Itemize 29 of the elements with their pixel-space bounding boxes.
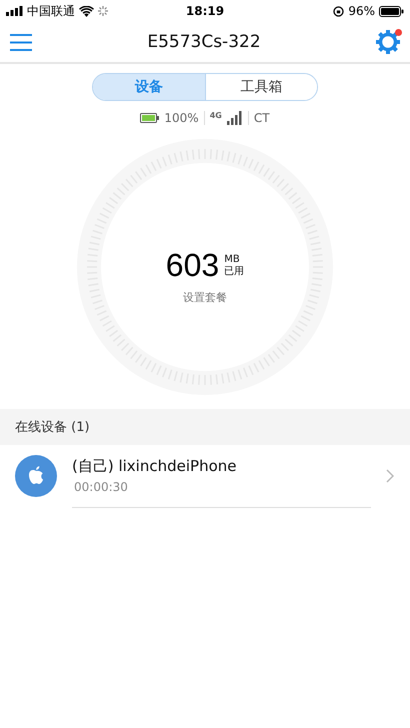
tab[interactable]: 工具箱	[205, 74, 317, 100]
apple-icon	[15, 455, 57, 497]
data-unit: MB	[224, 254, 241, 266]
clock-time: 18:19	[186, 4, 224, 18]
signal-icon	[6, 6, 23, 16]
device-row[interactable]: (自己) lixinchdeiPhone 00:00:30	[0, 445, 410, 507]
set-plan-link[interactable]: 设置套餐	[183, 290, 227, 305]
device-name: (自己) lixinchdeiPhone	[72, 457, 238, 476]
settings-button[interactable]	[374, 28, 402, 56]
operator-name: CT	[254, 111, 270, 125]
chevron-right-icon	[386, 469, 394, 483]
battery-percent: 96%	[348, 4, 375, 18]
menu-button[interactable]	[8, 32, 34, 52]
settings-icon	[376, 30, 400, 54]
carrier-name: 中国联通	[27, 2, 75, 20]
rotation-lock-icon	[333, 6, 344, 16]
battery-full-icon	[140, 113, 160, 123]
battery-level: 100%	[164, 111, 199, 125]
data-used-amount: 603	[166, 247, 220, 284]
menu-icon	[10, 34, 32, 50]
signal-bars-icon	[226, 111, 243, 125]
network-type: 4G	[210, 111, 222, 120]
wifi-icon	[79, 6, 94, 16]
loading-icon	[98, 6, 108, 16]
connection-time: 00:00:30	[73, 480, 129, 494]
device-title: E5573Cs-322	[147, 32, 261, 52]
used-label: 已用	[224, 266, 244, 278]
section-header: 在线设备 (1)	[0, 409, 410, 445]
battery-icon	[379, 6, 404, 16]
